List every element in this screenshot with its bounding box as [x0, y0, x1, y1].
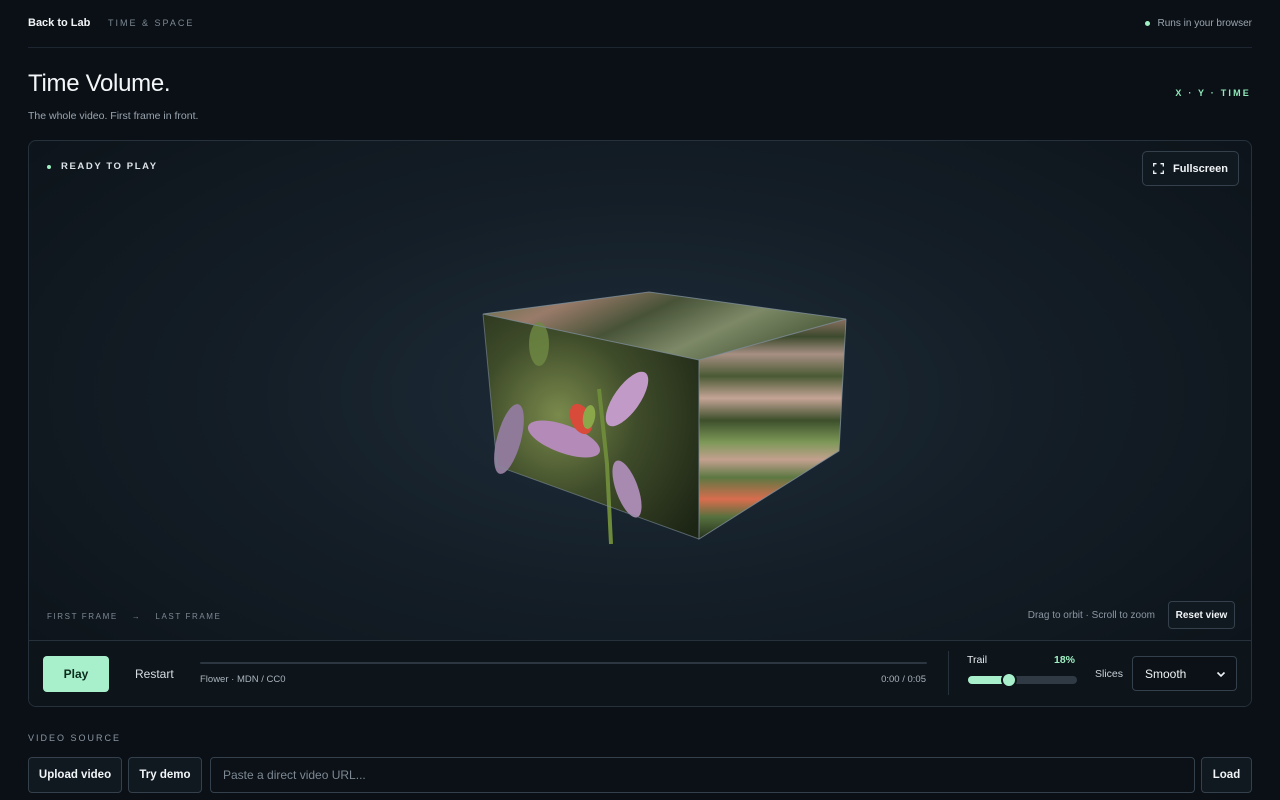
- try-demo-button[interactable]: Try demo: [128, 757, 202, 793]
- slices-select[interactable]: Smooth: [1132, 656, 1237, 691]
- section-label: TIME & SPACE: [108, 18, 195, 28]
- chevron-down-icon: [1216, 671, 1226, 678]
- reset-view-button[interactable]: Reset view: [1168, 601, 1235, 629]
- upload-video-button[interactable]: Upload video: [28, 757, 122, 793]
- frame-axis-legend: FIRST FRAME → LAST FRAME: [47, 612, 222, 621]
- status-dot-icon: [1144, 21, 1150, 26]
- runs-label: Runs in your browser: [1157, 18, 1252, 29]
- fullscreen-button[interactable]: Fullscreen: [1142, 151, 1239, 186]
- video-url-input[interactable]: [210, 757, 1195, 793]
- page-subtitle: The whole video. First frame in front.: [28, 110, 199, 122]
- time-readout: 0:00 / 0:05: [881, 674, 926, 685]
- divider: [948, 651, 949, 695]
- slices-selected-value: Smooth: [1145, 666, 1187, 681]
- playback-controls: Play Restart Flower · MDN / CC0 0:00 / 0…: [29, 640, 1251, 706]
- trail-value: 18%: [1054, 654, 1076, 666]
- player-status: READY TO PLAY: [47, 161, 158, 172]
- progress-bar[interactable]: [200, 662, 927, 664]
- axes-label: X · Y · TIME: [1175, 88, 1251, 98]
- top-bar: Back to Lab TIME & SPACE Runs in your br…: [28, 0, 1252, 48]
- page-title: Time Volume.: [28, 70, 171, 97]
- source-credit: Flower · MDN / CC0: [200, 674, 286, 685]
- slices-label: Slices: [1095, 668, 1124, 680]
- first-frame-label: FIRST FRAME: [47, 612, 118, 621]
- trail-slider[interactable]: [968, 672, 1077, 688]
- time-volume-cube[interactable]: [449, 289, 859, 549]
- orbit-hint: Drag to orbit · Scroll to zoom: [1027, 610, 1155, 621]
- play-button[interactable]: Play: [43, 656, 109, 692]
- status-dot-icon: [47, 164, 51, 169]
- trail-label: Trail: [967, 654, 988, 666]
- runs-in-browser-indicator: Runs in your browser: [1144, 18, 1252, 29]
- video-source-label: VIDEO SOURCE: [28, 733, 122, 743]
- back-to-lab-link[interactable]: Back to Lab: [28, 17, 90, 29]
- fullscreen-icon: [1153, 163, 1164, 174]
- restart-button[interactable]: Restart: [135, 667, 174, 681]
- arrow-icon: →: [131, 612, 142, 621]
- load-button[interactable]: Load: [1201, 757, 1252, 793]
- fullscreen-label: Fullscreen: [1172, 162, 1229, 175]
- volume-viewer[interactable]: READY TO PLAY Fullscreen FIRST FRAME → L…: [28, 140, 1252, 707]
- status-text: READY TO PLAY: [61, 161, 158, 172]
- last-frame-label: LAST FRAME: [155, 612, 222, 621]
- trail-slider-thumb[interactable]: [1001, 672, 1018, 688]
